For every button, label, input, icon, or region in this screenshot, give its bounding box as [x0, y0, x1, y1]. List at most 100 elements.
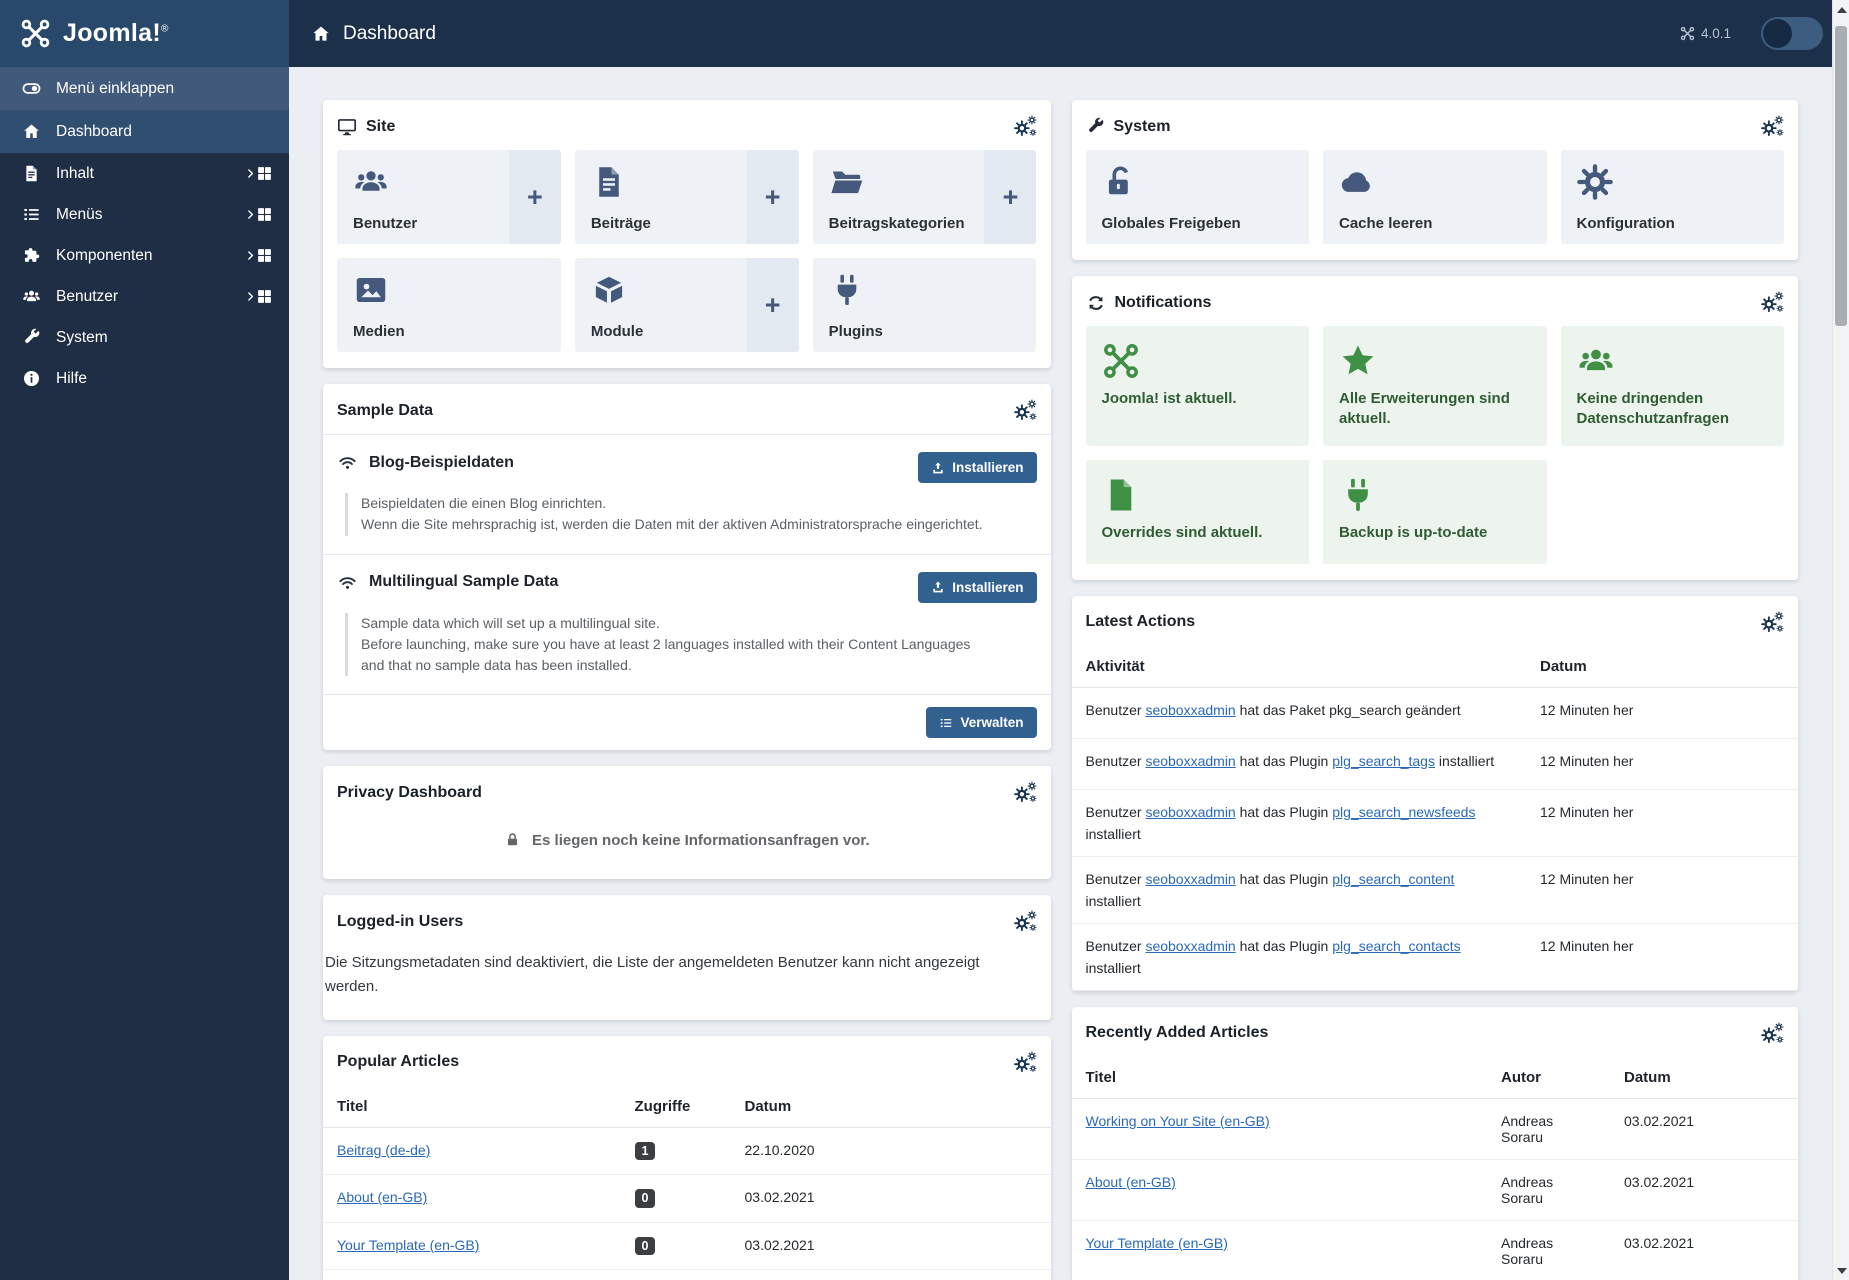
grid-icon[interactable] [256, 288, 273, 305]
list-icon [22, 205, 41, 224]
panel-title: Privacy Dashboard [337, 783, 482, 801]
plus-icon[interactable]: + [984, 150, 1037, 244]
plug-icon [1339, 476, 1377, 514]
cogs-icon [1014, 115, 1037, 138]
column-header: Datum [744, 1097, 792, 1115]
panel-title: Logged-in Users [337, 912, 464, 930]
sidebar-item[interactable]: Benutzer [0, 276, 289, 317]
sidebar-item[interactable]: Menü einklappen [0, 67, 289, 110]
sample-item-title: Blog-Beispieldaten [337, 452, 514, 473]
upload-icon [931, 580, 945, 594]
quick-icon-card[interactable]: Cache leeren [1323, 150, 1547, 244]
upload-icon [931, 461, 945, 475]
panel-settings-button[interactable] [1014, 1051, 1037, 1074]
article-link[interactable]: About (en-GB) [1086, 1174, 1176, 1190]
cogs-icon [1014, 910, 1037, 933]
cogs-icon [1761, 115, 1784, 138]
quick-icon-card[interactable]: Module + [574, 258, 799, 352]
cogs-icon [1014, 781, 1037, 804]
sidebar-item[interactable]: Menüs [0, 194, 289, 235]
plus-icon[interactable]: + [746, 258, 799, 352]
topbar-pill-button[interactable] [1761, 17, 1823, 50]
article-link[interactable]: Beitrag (de-de) [337, 1142, 430, 1158]
recent-articles-rows: Working on Your Site (en-GB) Andreas Sor… [1071, 1099, 1798, 1280]
sidebar-item[interactable]: Dashboard [0, 110, 289, 153]
panel-settings-button[interactable] [1014, 115, 1037, 138]
sample-data-footer: Verwalten [323, 694, 1051, 750]
sidebar-item[interactable]: Inhalt [0, 153, 289, 194]
panel-settings-button[interactable] [1014, 399, 1037, 422]
article-link[interactable]: Working on Your Site (en-GB) [1086, 1113, 1270, 1129]
joomla-logo[interactable]: Joomla!® [0, 0, 289, 67]
panel-settings-button[interactable] [1761, 1022, 1784, 1045]
table-row: Benutzer seoboxxadmin hat das Plugin plg… [1071, 857, 1798, 924]
lock-icon [504, 831, 521, 848]
action-date: 12 Minuten her [1540, 803, 1634, 820]
quick-icon-card[interactable]: Globales Freigeben [1085, 150, 1309, 244]
lock-open-icon [1102, 164, 1138, 200]
joomla-icon [20, 18, 51, 49]
table-row: Working on Your Site (en-GB) Andreas Sor… [1071, 1099, 1798, 1160]
install-button[interactable]: Installieren [918, 571, 1037, 603]
page-title: Dashboard [311, 23, 436, 45]
panel-settings-button[interactable] [1761, 115, 1784, 138]
notification-card[interactable]: Alle Erweiterungen sind aktuell. [1323, 326, 1547, 446]
action-text: Benutzer seoboxxadmin hat das Plugin plg… [1085, 752, 1495, 769]
sidebar-item[interactable]: Komponenten [0, 235, 289, 276]
notification-card[interactable]: Backup is up-to-date [1323, 459, 1547, 564]
notification-label: Backup is up-to-date [1339, 523, 1488, 541]
vertical-scrollbar[interactable] [1832, 0, 1849, 1280]
article-link[interactable]: Your Template (en-GB) [1086, 1235, 1228, 1251]
manage-button[interactable]: Verwalten [926, 707, 1037, 739]
notification-card[interactable]: Keine dringenden Datenschutzanfragen [1560, 326, 1784, 446]
table-header-row: Aktivität Datum [1071, 646, 1798, 688]
registered-mark: ® [160, 23, 169, 35]
user-link[interactable]: seoboxxadmin [1145, 804, 1235, 820]
scroll-down-arrow-icon[interactable] [1833, 1262, 1849, 1279]
table-header-row: Titel Zugriffe Datum [323, 1086, 1051, 1128]
action-text: Benutzer seoboxxadmin hat das Plugin plg… [1085, 937, 1461, 976]
user-link[interactable]: seoboxxadmin [1145, 753, 1235, 769]
card-label: Benutzer [353, 215, 418, 232]
article-link[interactable]: About (en-GB) [337, 1189, 427, 1205]
plus-icon[interactable]: + [508, 150, 561, 244]
grid-icon[interactable] [256, 206, 273, 223]
quick-icon-card[interactable]: Medien [337, 258, 561, 352]
panel-settings-button[interactable] [1761, 611, 1784, 634]
article-link[interactable]: Your Template (en-GB) [337, 1237, 479, 1253]
hits-badge: 0 [634, 1189, 656, 1208]
extension-link[interactable]: plg_search_newsfeeds [1332, 804, 1475, 820]
notification-card[interactable]: Overrides sind aktuell. [1085, 459, 1309, 564]
wrench-icon [22, 328, 41, 347]
quick-icon-card[interactable]: Beitragskategorien + [812, 150, 1037, 244]
card-label: Beitragskategorien [828, 215, 965, 232]
panel-settings-button[interactable] [1014, 910, 1037, 933]
action-date: 12 Minuten her [1540, 870, 1634, 887]
action-date: 12 Minuten her [1540, 752, 1634, 769]
extension-link[interactable]: plg_search_contacts [1332, 938, 1460, 954]
panel-settings-button[interactable] [1014, 781, 1037, 804]
scrollbar-thumb[interactable] [1835, 26, 1847, 326]
extension-link[interactable]: plg_search_tags [1332, 753, 1435, 769]
privacy-dashboard-panel: Privacy Dashboard Es liegen noch keine I… [323, 766, 1051, 880]
plus-icon[interactable]: + [746, 150, 799, 244]
user-link[interactable]: seoboxxadmin [1145, 871, 1235, 887]
install-button[interactable]: Installieren [918, 452, 1037, 483]
grid-icon[interactable] [256, 165, 273, 182]
quick-icon-card[interactable]: Konfiguration [1560, 150, 1784, 244]
user-link[interactable]: seoboxxadmin [1145, 702, 1235, 718]
sidebar-item[interactable]: Hilfe [0, 358, 289, 399]
quick-icon-card[interactable]: Beiträge + [574, 150, 799, 244]
wrench-icon [1086, 117, 1105, 136]
quick-icon-card[interactable]: Plugins [812, 258, 1037, 352]
scroll-up-arrow-icon[interactable] [1833, 1, 1849, 18]
system-cards: Globales Freigeben Cache leeren Konfigur… [1072, 150, 1799, 260]
quick-icon-card[interactable]: Benutzer + [337, 150, 561, 244]
extension-link[interactable]: plg_search_content [1332, 871, 1454, 887]
grid-icon[interactable] [256, 247, 273, 264]
sample-item-description: Beispieldaten die einen Blog einrichten.… [345, 493, 985, 536]
user-link[interactable]: seoboxxadmin [1145, 938, 1235, 954]
sidebar-item[interactable]: System [0, 317, 289, 358]
notification-card[interactable]: Joomla! ist aktuell. [1085, 326, 1309, 446]
panel-settings-button[interactable] [1761, 291, 1784, 314]
